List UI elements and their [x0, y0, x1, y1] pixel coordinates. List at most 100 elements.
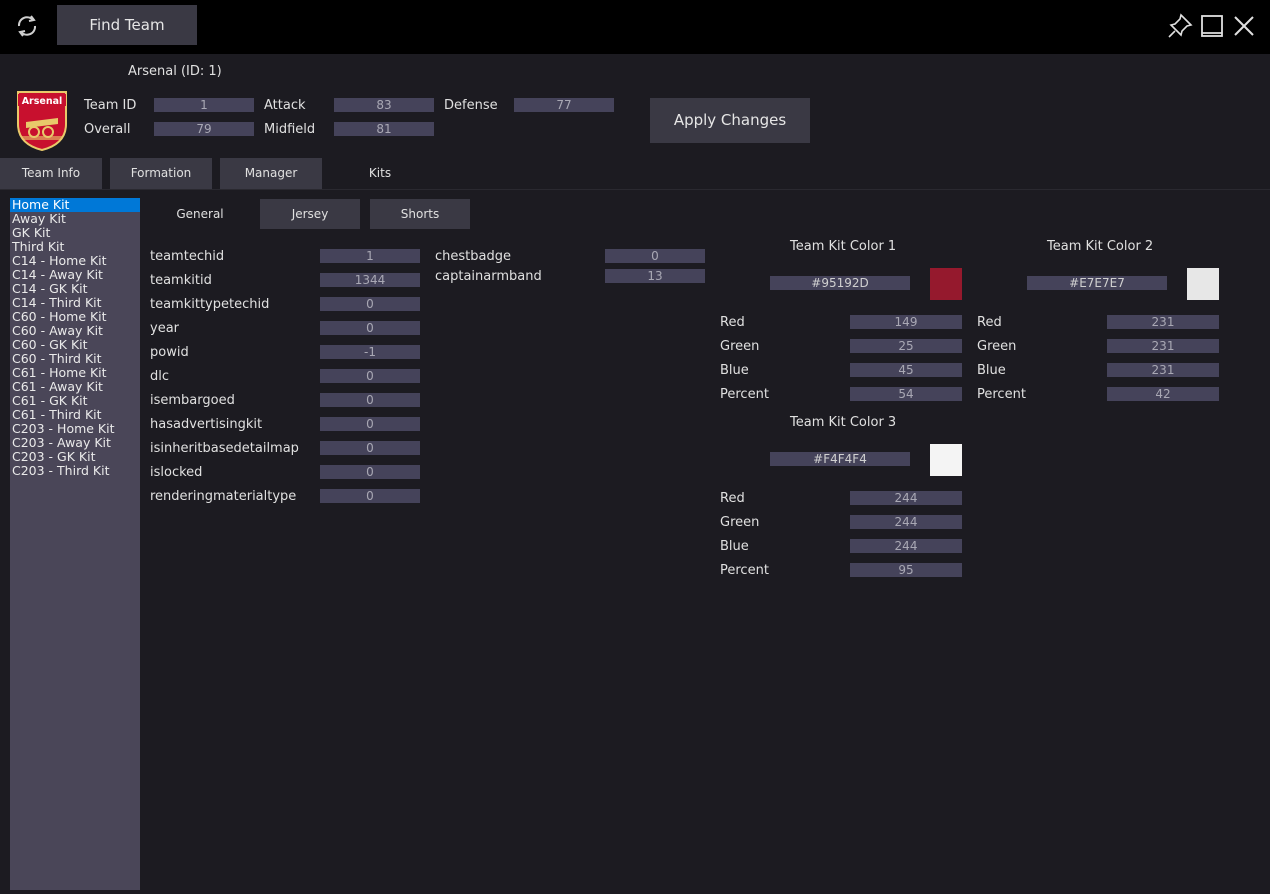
field-powid[interactable]: -1	[320, 345, 420, 359]
color1-swatch[interactable]	[930, 268, 962, 300]
field-label-year: year	[150, 321, 180, 336]
overall-field[interactable]: 79	[154, 122, 254, 136]
kit-list-item[interactable]: C14 - Third Kit	[10, 296, 140, 310]
defense-label: Defense	[444, 98, 498, 113]
maximize-icon[interactable]	[1198, 12, 1226, 40]
kit-list-item[interactable]: GK Kit	[10, 226, 140, 240]
color2-percent-field[interactable]: 42	[1107, 387, 1219, 401]
color3-red-label: Red	[720, 491, 745, 506]
kit-list-item[interactable]: C203 - Third Kit	[10, 464, 140, 478]
team-badge-logo: Arsenal	[17, 91, 67, 152]
field-label-captainarmband: captainarmband	[435, 269, 542, 284]
kit-list-item[interactable]: C61 - Home Kit	[10, 366, 140, 380]
color1-blue-field[interactable]: 45	[850, 363, 962, 377]
field-isinheritbasedetailmap[interactable]: 0	[320, 441, 420, 455]
color1-green-label: Green	[720, 339, 760, 354]
color3-blue-field[interactable]: 244	[850, 539, 962, 553]
kit-list-item[interactable]: C14 - Away Kit	[10, 268, 140, 282]
team-id-label: Team ID	[84, 98, 137, 113]
color3-green-field[interactable]: 244	[850, 515, 962, 529]
color2-hex-field[interactable]: #E7E7E7	[1027, 276, 1167, 290]
apply-changes-button[interactable]: Apply Changes	[650, 98, 810, 143]
kit-list-item[interactable]: C14 - GK Kit	[10, 282, 140, 296]
kit-list-item[interactable]: C61 - Away Kit	[10, 380, 140, 394]
color2-swatch[interactable]	[1187, 268, 1219, 300]
svg-text:Arsenal: Arsenal	[22, 96, 63, 107]
kit-list-item[interactable]: C60 - GK Kit	[10, 338, 140, 352]
color3-green-label: Green	[720, 515, 760, 530]
kit-list-item[interactable]: C60 - Away Kit	[10, 324, 140, 338]
overall-label: Overall	[84, 122, 131, 137]
color2-green-label: Green	[977, 339, 1017, 354]
color2-red-label: Red	[977, 315, 1002, 330]
subtab-shorts[interactable]: Shorts	[370, 199, 470, 229]
attack-field[interactable]: 83	[334, 98, 434, 112]
color3-hex-field[interactable]: #F4F4F4	[770, 452, 910, 466]
color3-percent-label: Percent	[720, 563, 769, 578]
field-chestbadge[interactable]: 0	[605, 249, 705, 263]
field-label-isinheritbasedetailmap: isinheritbasedetailmap	[150, 441, 299, 456]
field-label-hasadvertisingkit: hasadvertisingkit	[150, 417, 263, 432]
color1-percent-field[interactable]: 54	[850, 387, 962, 401]
field-label-islocked: islocked	[150, 465, 203, 480]
field-label-teamkittypetechid: teamkittypetechid	[150, 297, 270, 312]
kit-list-item[interactable]: C203 - GK Kit	[10, 450, 140, 464]
field-label-chestbadge: chestbadge	[435, 249, 511, 264]
subtab-general[interactable]: General	[150, 199, 250, 229]
team-id-field[interactable]: 1	[154, 98, 254, 112]
field-islocked[interactable]: 0	[320, 465, 420, 479]
kit-list-item[interactable]: C60 - Home Kit	[10, 310, 140, 324]
field-label-renderingmaterialtype: renderingmaterialtype	[150, 489, 297, 504]
find-team-button[interactable]: Find Team	[57, 5, 197, 45]
field-dlc[interactable]: 0	[320, 369, 420, 383]
field-captainarmband[interactable]: 13	[605, 269, 705, 283]
tab-formation[interactable]: Formation	[110, 158, 212, 189]
color1-blue-label: Blue	[720, 363, 749, 378]
kit-list-item[interactable]: C61 - Third Kit	[10, 408, 140, 422]
tab-team-info[interactable]: Team Info	[0, 158, 102, 189]
color3-blue-label: Blue	[720, 539, 749, 554]
kit-list-item[interactable]: Away Kit	[10, 212, 140, 226]
color1-red-label: Red	[720, 315, 745, 330]
field-year[interactable]: 0	[320, 321, 420, 335]
tab-manager[interactable]: Manager	[220, 158, 322, 189]
color3-red-field[interactable]: 244	[850, 491, 962, 505]
field-label-powid: powid	[150, 345, 189, 360]
kit-list-item[interactable]: C14 - Home Kit	[10, 254, 140, 268]
kit-list[interactable]: Home Kit Away Kit GK Kit Third Kit C14 -…	[10, 198, 140, 890]
subtab-jersey[interactable]: Jersey	[260, 199, 360, 229]
color2-green-field[interactable]: 231	[1107, 339, 1219, 353]
kit-list-item[interactable]: Home Kit	[10, 198, 140, 212]
color3-percent-field[interactable]: 95	[850, 563, 962, 577]
field-isembargoed[interactable]: 0	[320, 393, 420, 407]
close-icon[interactable]	[1230, 12, 1258, 40]
field-teamtechid[interactable]: 1	[320, 249, 420, 263]
pin-icon[interactable]	[1166, 12, 1194, 40]
field-label-teamkitid: teamkitid	[150, 273, 212, 288]
refresh-icon[interactable]	[14, 12, 40, 40]
field-teamkittypetechid[interactable]: 0	[320, 297, 420, 311]
color2-blue-field[interactable]: 231	[1107, 363, 1219, 377]
kit-list-item[interactable]: C203 - Home Kit	[10, 422, 140, 436]
color1-red-field[interactable]: 149	[850, 315, 962, 329]
kit-list-item[interactable]: Third Kit	[10, 240, 140, 254]
field-teamkitid[interactable]: 1344	[320, 273, 420, 287]
field-renderingmaterialtype[interactable]: 0	[320, 489, 420, 503]
tab-kits[interactable]: Kits	[330, 158, 430, 189]
color2-blue-label: Blue	[977, 363, 1006, 378]
defense-field[interactable]: 77	[514, 98, 614, 112]
kit-list-item[interactable]: C61 - GK Kit	[10, 394, 140, 408]
midfield-label: Midfield	[264, 122, 316, 137]
field-hasadvertisingkit[interactable]: 0	[320, 417, 420, 431]
color1-green-field[interactable]: 25	[850, 339, 962, 353]
team-title: Arsenal (ID: 1)	[128, 64, 222, 79]
kit-list-item[interactable]: C203 - Away Kit	[10, 436, 140, 450]
field-label-dlc: dlc	[150, 369, 170, 384]
color3-swatch[interactable]	[930, 444, 962, 476]
color2-red-field[interactable]: 231	[1107, 315, 1219, 329]
color1-percent-label: Percent	[720, 387, 769, 402]
midfield-field[interactable]: 81	[334, 122, 434, 136]
color2-title: Team Kit Color 2	[1047, 239, 1154, 254]
kit-list-item[interactable]: C60 - Third Kit	[10, 352, 140, 366]
color1-hex-field[interactable]: #95192D	[770, 276, 910, 290]
